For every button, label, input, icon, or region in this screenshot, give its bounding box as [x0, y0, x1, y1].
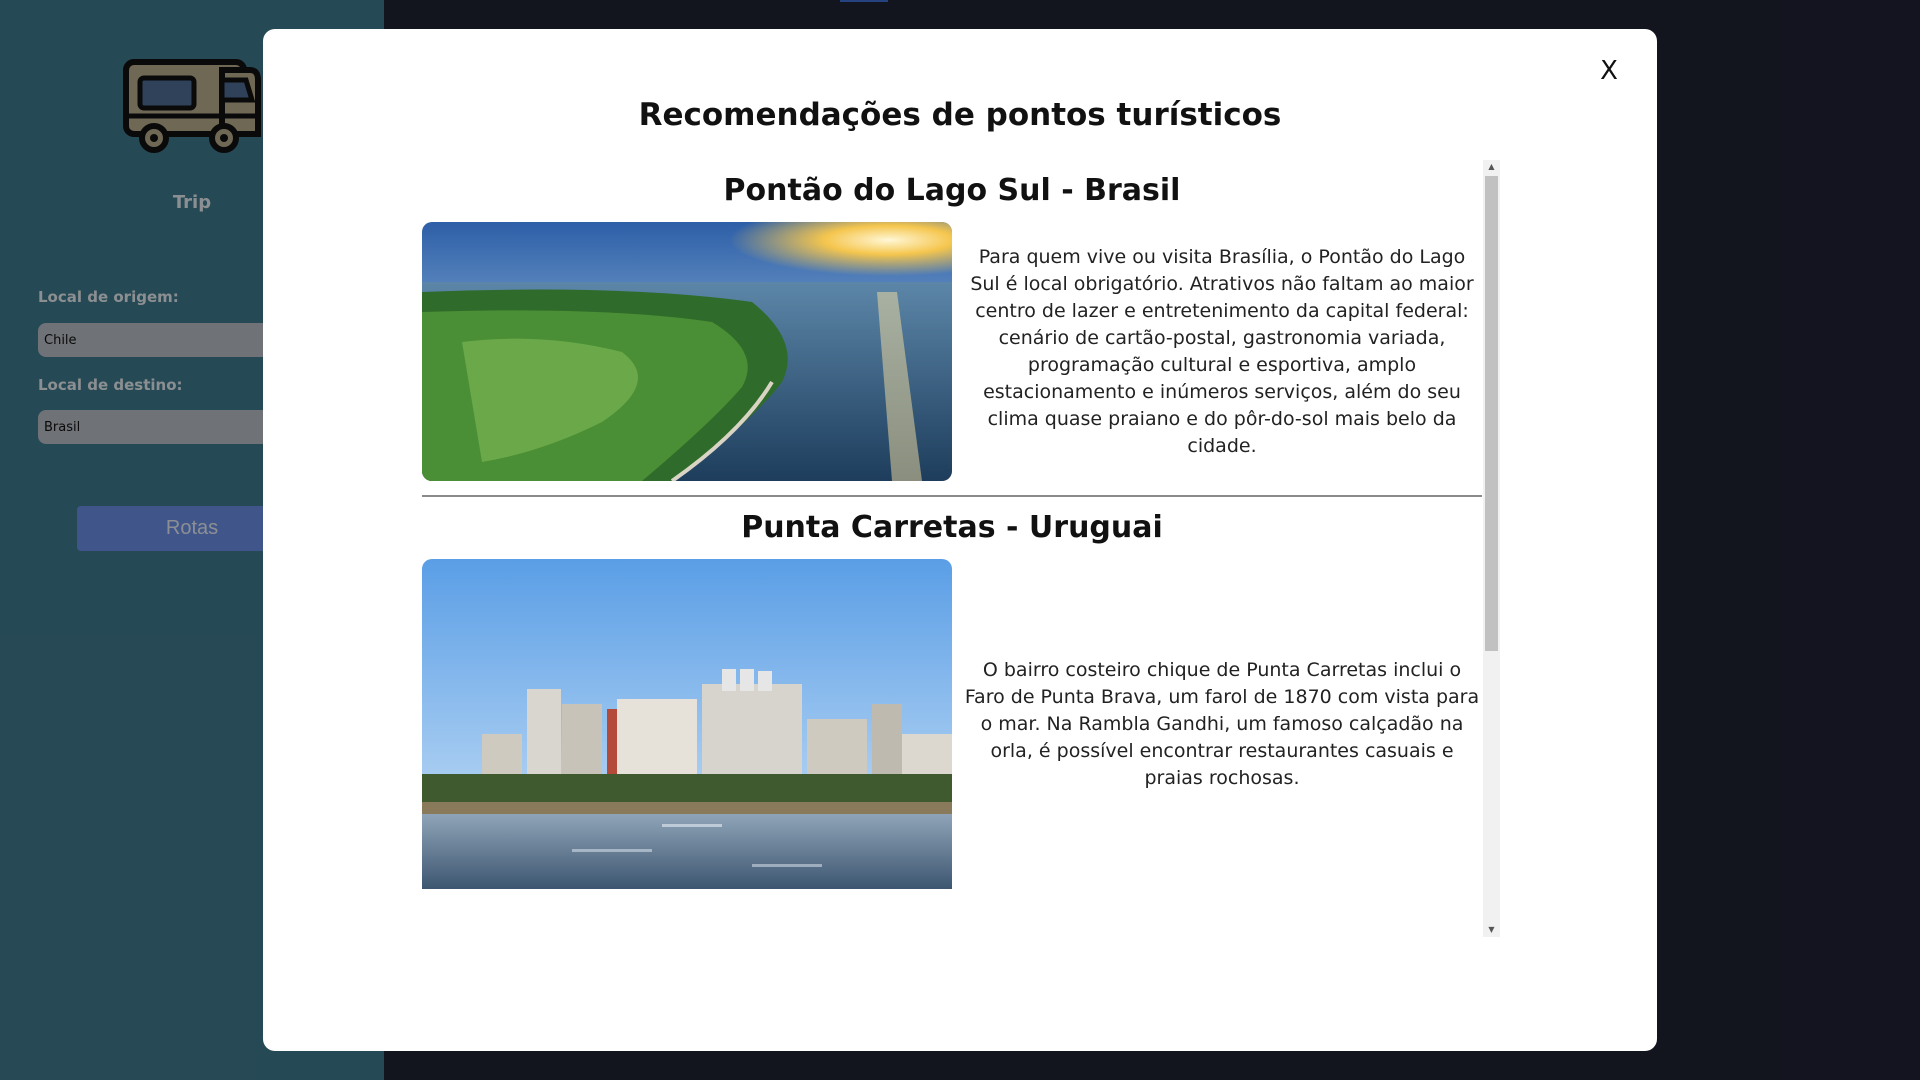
- place-photo: [422, 222, 952, 481]
- recommendations-modal: X Recomendações de pontos turísticos Pon…: [263, 29, 1657, 1051]
- place-card: Punta Carretas - Uruguai O bairro costei…: [422, 497, 1482, 889]
- place-card: Pontão do Lago Sul - Brasil Para quem vi…: [422, 160, 1482, 497]
- places-scroll-area[interactable]: Pontão do Lago Sul - Brasil Para quem vi…: [422, 160, 1500, 937]
- scroll-down-arrow-icon[interactable]: ▼: [1483, 923, 1500, 937]
- scrollbar-thumb[interactable]: [1485, 176, 1498, 651]
- place-description: O bairro costeiro chique de Punta Carret…: [964, 658, 1480, 789]
- modal-title: Recomendações de pontos turísticos: [638, 97, 1282, 133]
- scroll-up-arrow-icon[interactable]: ▲: [1483, 160, 1500, 174]
- place-description: Para quem vive ou visita Brasília, o Pon…: [970, 245, 1474, 457]
- places-list: Pontão do Lago Sul - Brasil Para quem vi…: [422, 160, 1482, 889]
- place-title: Pontão do Lago Sul - Brasil: [723, 173, 1181, 208]
- place-title: Punta Carretas - Uruguai: [741, 510, 1163, 545]
- close-button[interactable]: X: [1591, 53, 1627, 89]
- place-photo: [422, 559, 952, 889]
- vertical-scrollbar[interactable]: ▲ ▼: [1483, 160, 1500, 937]
